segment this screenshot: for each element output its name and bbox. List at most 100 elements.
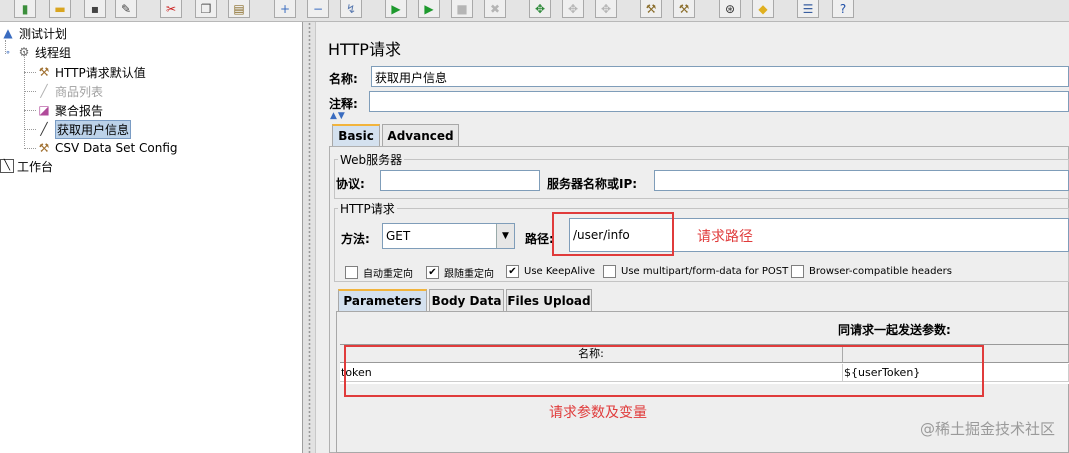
checkbox-label: Use multipart/form-data for POST bbox=[621, 266, 789, 277]
open-folder-icon[interactable]: ▬ bbox=[49, 0, 71, 18]
protocol-label: 协议: bbox=[336, 177, 365, 191]
name-field[interactable]: 获取用户信息 bbox=[371, 66, 1069, 87]
checkbox-box bbox=[345, 266, 358, 279]
tree-connector bbox=[24, 52, 25, 146]
checkbox-label: 跟随重定向 bbox=[444, 269, 494, 280]
test-plan-icon: ▲ bbox=[3, 26, 13, 40]
tab-basic[interactable]: Basic bbox=[332, 124, 380, 146]
remote-start-icon[interactable]: ✥ bbox=[529, 0, 551, 18]
workbench-icon: ╲ bbox=[0, 159, 14, 173]
tree-node-workbench[interactable]: ╲ 工作台 bbox=[0, 157, 53, 175]
test-plan-tree: ▲ 测试计划 ⚬ ⚙ 线程组 ⚒ HTTP请求默认值 ╱ 商品列表 ◪ 聚合报告 ╱ 获取用户… bbox=[0, 22, 303, 453]
tree-connector bbox=[24, 148, 36, 149]
tree-node-thread-group[interactable]: ⚬ ⚙ 线程组 bbox=[0, 43, 71, 61]
checkmark-icon: ✔ bbox=[506, 265, 519, 278]
tree-node-label: 商品列表 bbox=[55, 84, 104, 99]
split-pane-divider[interactable] bbox=[303, 22, 316, 453]
gear-icon: ⚙ bbox=[18, 45, 30, 59]
checkbox-label: Browser-compatible headers bbox=[809, 266, 952, 277]
collapse-arrows-icon[interactable]: ▲▼ bbox=[330, 111, 346, 121]
tree-node-item[interactable]: ⚒ CSV Data Set Config bbox=[36, 139, 178, 157]
tree-expand-toggle-icon[interactable]: ⚬ bbox=[0, 48, 16, 57]
http-request-title: HTTP请求 bbox=[338, 200, 397, 217]
tab-parameters[interactable]: Parameters bbox=[338, 289, 427, 311]
tree-connector bbox=[24, 91, 36, 92]
start-no-pause-icon[interactable]: ▶ bbox=[418, 0, 440, 18]
name-label: 名称: bbox=[329, 72, 358, 86]
web-server-title: Web服务器 bbox=[338, 151, 405, 168]
protocol-field[interactable] bbox=[380, 170, 540, 191]
remote-shutdown-icon[interactable]: ✥ bbox=[595, 0, 617, 18]
reset-search-icon[interactable]: ◆ bbox=[752, 0, 774, 18]
follow-redirect-checkbox[interactable]: ✔ 跟随重定向 bbox=[426, 265, 494, 280]
clear-icon[interactable]: ⚒ bbox=[640, 0, 662, 18]
chart-icon: ◪ bbox=[38, 103, 50, 117]
keepalive-checkbox[interactable]: ✔ Use KeepAlive bbox=[506, 265, 595, 278]
tree-node-label: 聚合报告 bbox=[55, 103, 104, 118]
splitter-grip bbox=[308, 22, 311, 453]
comment-label: 注释: bbox=[329, 97, 358, 111]
watermark: @稀土掘金技术社区 bbox=[919, 420, 1055, 438]
multipart-checkbox[interactable]: Use multipart/form-data for POST bbox=[603, 265, 788, 278]
function-helper-icon[interactable]: ☰ bbox=[797, 0, 819, 18]
tree-node-label: CSV Data Set Config bbox=[55, 141, 178, 155]
wrench-icon: ⚒ bbox=[38, 141, 50, 155]
tree-node-label: 线程组 bbox=[35, 45, 72, 60]
clear-all-icon[interactable]: ⚒ bbox=[673, 0, 695, 18]
shutdown-icon[interactable]: ✖ bbox=[484, 0, 506, 18]
method-label: 方法: bbox=[341, 232, 370, 246]
params-highlight-box bbox=[344, 345, 984, 397]
toggle-icon[interactable]: ↯ bbox=[340, 0, 362, 18]
save-as-icon[interactable]: ✎ bbox=[115, 0, 137, 18]
start-icon[interactable]: ▶ bbox=[385, 0, 407, 18]
server-field[interactable] bbox=[654, 170, 1069, 191]
tree-connector bbox=[24, 110, 36, 111]
checkbox-box bbox=[603, 265, 616, 278]
wrench-icon: ⚒ bbox=[38, 65, 50, 79]
path-annotation: 请求路径 bbox=[697, 229, 753, 245]
params-heading: 同请求一起发送参数: bbox=[838, 323, 951, 337]
auto-redirect-checkbox[interactable]: 自动重定向 bbox=[345, 265, 413, 280]
tree-node-test-plan[interactable]: ▲ 测试计划 bbox=[0, 24, 67, 42]
tab-files-upload[interactable]: Files Upload bbox=[506, 289, 592, 311]
tree-connector bbox=[24, 72, 36, 73]
tree-node-item[interactable]: ◪ 聚合报告 bbox=[36, 101, 103, 119]
tab-body-data[interactable]: Body Data bbox=[429, 289, 504, 311]
params-annotation: 请求参数及变量 bbox=[549, 405, 647, 421]
dropper-icon: ╱ bbox=[40, 84, 48, 98]
paste-icon[interactable]: ▤ bbox=[228, 0, 250, 18]
cut-icon[interactable]: ✂ bbox=[160, 0, 182, 18]
method-value: GET bbox=[386, 229, 411, 243]
save-icon[interactable]: ▪ bbox=[84, 0, 106, 18]
help-icon[interactable]: ? bbox=[832, 0, 854, 18]
search-icon[interactable]: ⊛ bbox=[719, 0, 741, 18]
tree-node-item[interactable]: ╱ 获取用户信息 bbox=[36, 119, 132, 139]
toolbar: ▮ ▬ ▪ ✎ ✂ ❐ ▤ + − ↯ ▶ ▶ ■ ✖ ✥ ✥ ✥ ⚒ ⚒ ⊛ ◆ ☰? bbox=[0, 0, 1069, 22]
path-highlight-box bbox=[552, 212, 674, 256]
checkbox-label: Use KeepAlive bbox=[524, 266, 596, 277]
copy-icon[interactable]: ❐ bbox=[195, 0, 217, 18]
browser-headers-checkbox[interactable]: Browser-compatible headers bbox=[791, 265, 952, 278]
checkbox-label: 自动重定向 bbox=[363, 269, 413, 280]
tree-node-label: 获取用户信息 bbox=[55, 119, 132, 139]
collapse-icon[interactable]: − bbox=[307, 0, 329, 18]
panel-title: HTTP请求 bbox=[328, 40, 401, 59]
tree-node-label: 测试计划 bbox=[19, 26, 68, 41]
chevron-down-icon[interactable]: ▼ bbox=[496, 224, 514, 248]
tree-node-item[interactable]: ⚒ HTTP请求默认值 bbox=[36, 63, 146, 81]
server-label: 服务器名称或IP: bbox=[547, 177, 638, 191]
checkmark-icon: ✔ bbox=[426, 266, 439, 279]
checkbox-box bbox=[791, 265, 804, 278]
path-label: 路径: bbox=[525, 232, 554, 246]
dropper-icon: ╱ bbox=[40, 122, 48, 136]
tree-node-label: HTTP请求默认值 bbox=[55, 65, 146, 80]
remote-stop-icon[interactable]: ✥ bbox=[562, 0, 584, 18]
comment-field[interactable] bbox=[369, 91, 1069, 112]
tree-node-label: 工作台 bbox=[17, 159, 54, 174]
tab-advanced[interactable]: Advanced bbox=[382, 124, 459, 146]
tree-connector bbox=[24, 129, 36, 130]
expand-icon[interactable]: + bbox=[274, 0, 296, 18]
green-book-icon[interactable]: ▮ bbox=[14, 0, 36, 18]
tree-node-item[interactable]: ╱ 商品列表 bbox=[36, 82, 103, 100]
stop-icon[interactable]: ■ bbox=[451, 0, 473, 18]
